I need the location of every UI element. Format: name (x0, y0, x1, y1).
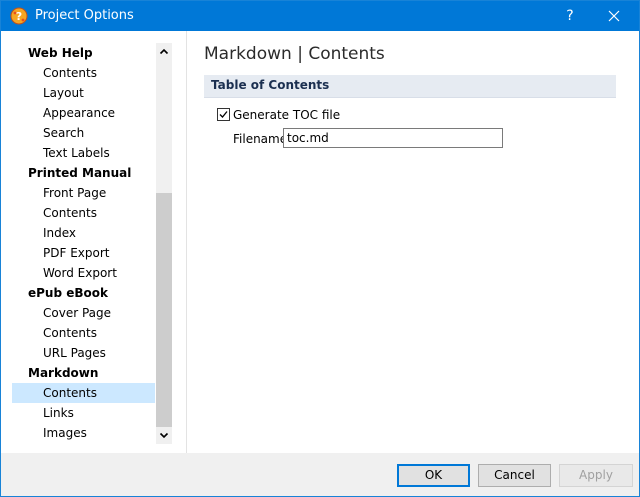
close-button[interactable] (591, 1, 637, 31)
nav-item-front-page[interactable]: Front Page (12, 183, 155, 203)
close-icon (608, 10, 620, 22)
svg-text:?: ? (16, 10, 22, 23)
nav-item-appearance[interactable]: Appearance (12, 103, 155, 123)
page-title: Markdown | Contents (204, 44, 385, 64)
generate-toc-checkbox[interactable] (217, 108, 230, 121)
nav-item-markdown-contents[interactable]: Contents (12, 383, 155, 403)
nav-item-cover-page[interactable]: Cover Page (12, 303, 155, 323)
options-nav-tree: Web Help Contents Layout Appearance Sear… (12, 43, 172, 444)
pane-divider (186, 31, 187, 453)
nav-item-search[interactable]: Search (12, 123, 155, 143)
nav-group-printed-manual[interactable]: Printed Manual (12, 163, 155, 183)
section-title: Table of Contents (211, 78, 330, 92)
chevron-down-icon (159, 432, 169, 439)
scroll-thumb[interactable] (156, 193, 172, 427)
nav-item-url-pages[interactable]: URL Pages (12, 343, 155, 363)
ok-button[interactable]: OK (397, 464, 470, 487)
title-bar[interactable]: ? Project Options ? (1, 1, 639, 31)
filename-input[interactable]: toc.md (283, 128, 503, 148)
nav-item-epub-contents[interactable]: Contents (12, 323, 155, 343)
nav-item-links[interactable]: Links (12, 403, 155, 423)
nav-item-images[interactable]: Images (12, 423, 155, 443)
dialog-footer: OK Cancel Apply (1, 453, 639, 496)
scroll-up-button[interactable] (156, 43, 172, 60)
nav-item-web-help-contents[interactable]: Contents (12, 63, 155, 83)
scroll-down-button[interactable] (156, 427, 172, 444)
nav-item-printed-manual-contents[interactable]: Contents (12, 203, 155, 223)
project-options-dialog: ? Project Options ? Web Help Contents La… (0, 0, 640, 497)
nav-group-markdown[interactable]: Markdown (12, 363, 155, 383)
nav-group-epub-ebook[interactable]: ePub eBook (12, 283, 155, 303)
window-title: Project Options (35, 8, 134, 23)
checkmark-icon (219, 111, 228, 118)
nav-group-web-help[interactable]: Web Help (12, 43, 155, 63)
nav-item-layout[interactable]: Layout (12, 83, 155, 103)
cancel-button[interactable]: Cancel (478, 464, 551, 487)
help-button[interactable]: ? (547, 1, 593, 31)
nav-item-text-labels[interactable]: Text Labels (12, 143, 155, 163)
nav-scrollbar[interactable] (156, 43, 172, 444)
dialog-body: Web Help Contents Layout Appearance Sear… (1, 31, 639, 453)
nav-item-word-export[interactable]: Word Export (12, 263, 155, 283)
section-header: Table of Contents (204, 75, 616, 98)
nav-item-pdf-export[interactable]: PDF Export (12, 243, 155, 263)
chevron-up-icon (159, 48, 169, 55)
generate-toc-label[interactable]: Generate TOC file (233, 108, 340, 122)
nav-item-index[interactable]: Index (12, 223, 155, 243)
apply-button[interactable]: Apply (559, 464, 633, 487)
app-help-icon: ? (10, 7, 28, 25)
